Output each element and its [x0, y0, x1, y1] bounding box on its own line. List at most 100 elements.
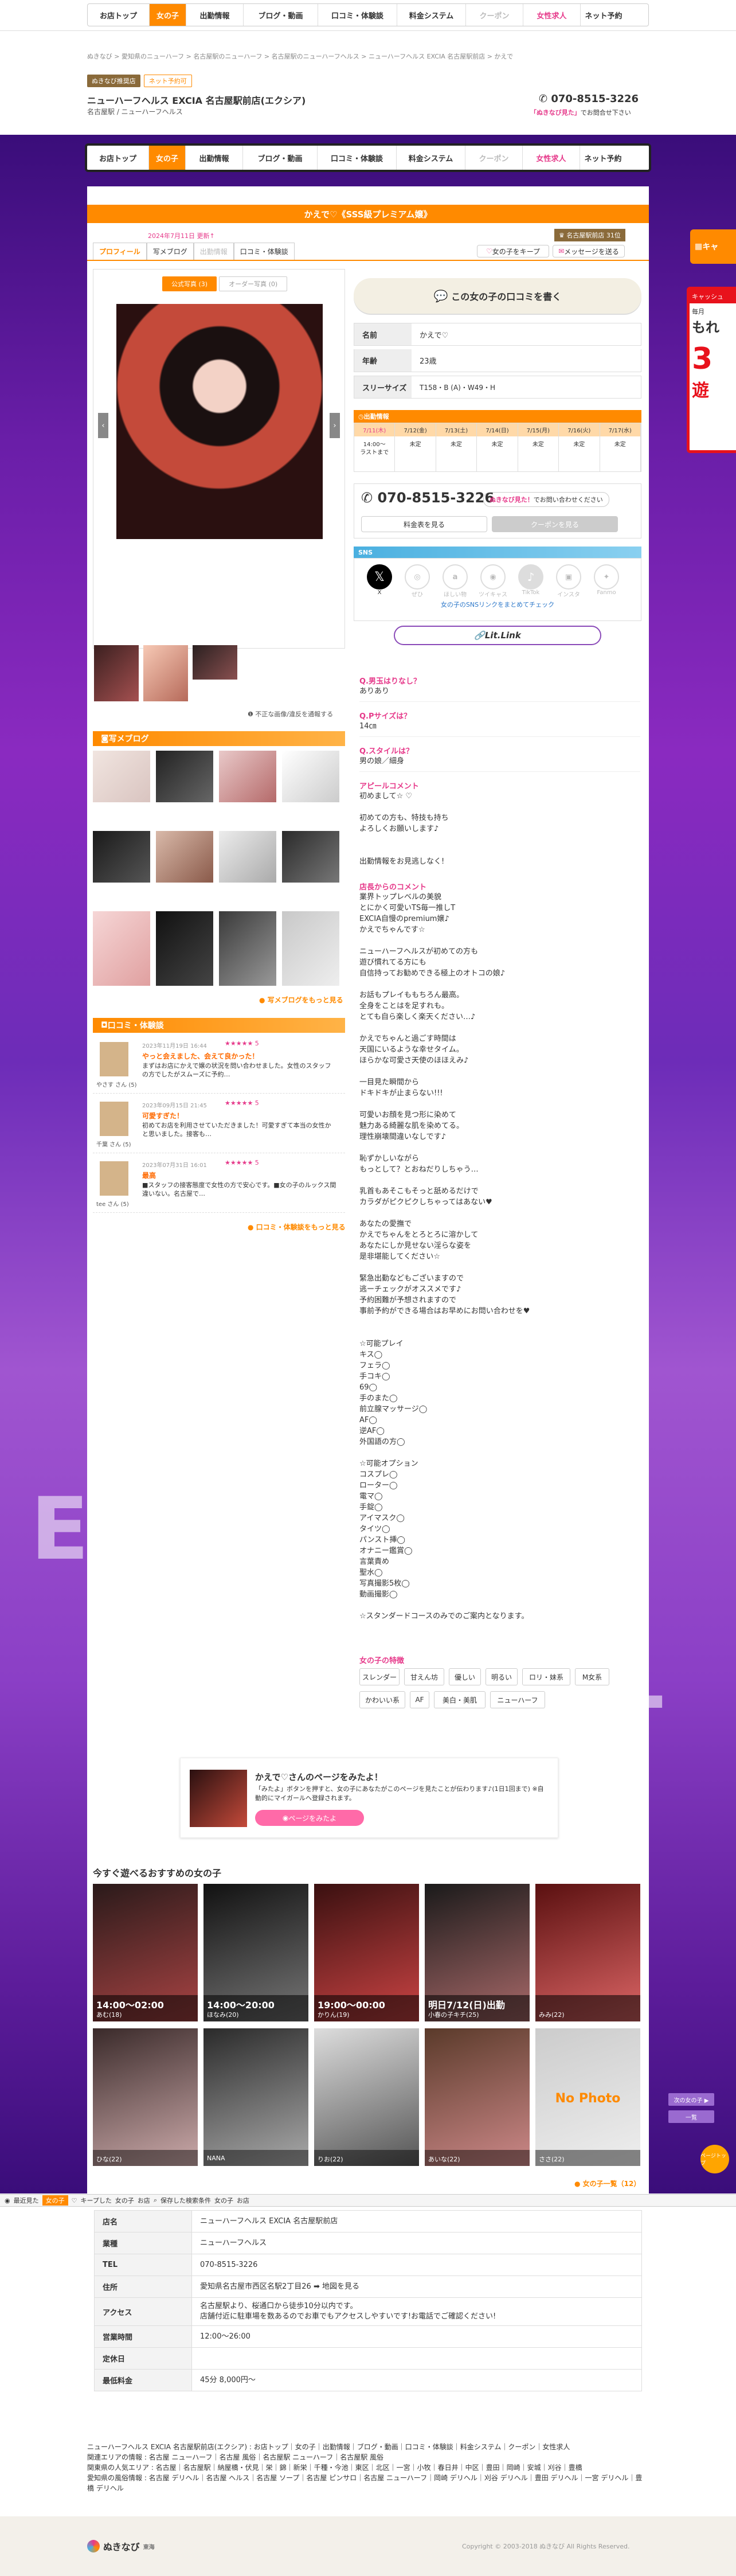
recommend-card[interactable]: NANA	[203, 2028, 308, 2166]
footer-line-aichi[interactable]: 愛知県の風俗情報 : 名古屋 デリヘル｜名古屋 ヘルス｜名古屋 ソープ｜名古屋 …	[87, 2473, 649, 2493]
send-message-button[interactable]: ✉ メッセージを送る	[553, 245, 625, 257]
blog-thumb[interactable]	[282, 751, 339, 802]
footer-logo[interactable]: ぬきなび 東海	[87, 2539, 155, 2553]
photo-prev-arrow[interactable]: ‹	[98, 413, 108, 438]
nav-shop-top[interactable]: お店トップ	[88, 4, 150, 26]
blog-thumb[interactable]	[93, 831, 150, 883]
coupon-button[interactable]: クーポンを見る	[492, 516, 618, 532]
saved-search-label[interactable]: 保存した検索条件	[160, 2196, 211, 2205]
recommend-more-link[interactable]: ● 女の子一覧（12）	[574, 2179, 640, 2188]
recommend-card[interactable]: あいな(22)	[425, 2028, 530, 2166]
side-ad-banner[interactable]: キャッシュ 毎月 もれ 3 遊	[687, 287, 736, 453]
sns-instagram[interactable]: ▣ インスタ	[554, 564, 584, 598]
recommend-card[interactable]: 明日7/12(日)出勤 小春の子キチ(25)	[425, 1884, 530, 2021]
nav2-reserve[interactable]: ネット予約	[580, 146, 626, 170]
review-item[interactable]: tee さん (5) 2023年07月31日 16:01 ★★★★★ 5 最高 ■スタッ…	[93, 1153, 345, 1213]
blog-thumb[interactable]	[156, 751, 213, 802]
trait-tag[interactable]: 明るい	[486, 1668, 518, 1685]
photo-next-arrow[interactable]: ›	[330, 413, 340, 438]
recommend-card[interactable]: ひな(22)	[93, 2028, 198, 2166]
photo-report-link[interactable]: ❶ 不正な画像/違反を通報する	[248, 709, 333, 719]
kept-shops-tab[interactable]: お店	[138, 2196, 150, 2205]
keep-girl-button[interactable]: ♡ 女の子をキープ	[477, 245, 549, 257]
nav-price[interactable]: 料金システム	[397, 4, 466, 26]
blog-thumb[interactable]	[156, 831, 213, 883]
girl-list-button[interactable]: 一覧	[668, 2110, 714, 2123]
nav2-recruit[interactable]: 女性求人	[523, 146, 580, 170]
nav-blog[interactable]: ブログ・動画	[244, 4, 318, 26]
photo-tab-official[interactable]: 公式写真 (3)	[162, 276, 217, 291]
kept-label[interactable]: キープした	[80, 2196, 111, 2205]
nav2-coupon[interactable]: クーポン	[465, 146, 523, 170]
review-title[interactable]: やっと会えました、会えて良かった！	[142, 1051, 259, 1061]
kept-girls-tab[interactable]: 女の子	[115, 2196, 134, 2205]
recommend-card[interactable]: 14:00〜02:00 あむ(18)	[93, 1884, 198, 2021]
recommend-card[interactable]: りお(22)	[314, 2028, 419, 2166]
tab-profile[interactable]: プロフィール	[93, 243, 147, 261]
blog-thumb[interactable]	[219, 751, 276, 802]
review-item[interactable]: 千葉 さん (5) 2023年09月15日 21:45 ★★★★★ 5 可愛すぎた！初…	[93, 1094, 345, 1153]
review-title[interactable]: 最高	[142, 1170, 156, 1180]
nav-coupon[interactable]: クーポン	[466, 4, 523, 26]
photo-tab-order[interactable]: オーダー写真 (0)	[219, 276, 288, 291]
sns-x[interactable]: 𝕏X	[365, 564, 394, 598]
main-photo[interactable]	[116, 304, 323, 539]
footer-line-shop[interactable]: ニューハーフヘルス EXCIA 名古屋駅前店(エクシア) : お店トップ｜女の子…	[87, 2442, 649, 2452]
trait-tag[interactable]: ニューハーフ	[490, 1691, 545, 1708]
blog-thumb[interactable]	[93, 751, 150, 802]
footer-line-area[interactable]: 関連エリアの情報 : 名古屋 ニューハーフ｜名古屋 風俗｜名古屋駅 ニューハーフ…	[87, 2452, 649, 2462]
sns-twitcasting[interactable]: ◉ ツイキャス	[478, 564, 508, 598]
photo-thumb-2[interactable]	[143, 645, 188, 701]
trait-tag[interactable]: AF	[410, 1691, 429, 1708]
nav-reserve[interactable]: ネット予約	[581, 4, 627, 26]
write-review-button[interactable]: 💬 この女の子の口コミを書く	[354, 278, 641, 314]
review-title[interactable]: 可愛すぎた！	[142, 1111, 183, 1121]
recommend-card[interactable]: No Photo ささ(22)	[535, 2028, 640, 2166]
photo-thumb-3[interactable]	[193, 645, 237, 680]
trait-tag[interactable]: かわいい系	[359, 1691, 405, 1708]
sns-zehi[interactable]: ◎ ぜひ	[402, 564, 432, 598]
sns-tiktok[interactable]: ♪ TikTok	[516, 564, 546, 598]
nav-reviews[interactable]: 口コミ・体験談	[318, 4, 397, 26]
trait-tag[interactable]: M女系	[575, 1668, 609, 1685]
trait-tag[interactable]: 甘えん坊	[404, 1668, 444, 1685]
recommend-card[interactable]: 14:00〜20:00 ほなみ(20)	[203, 1884, 308, 2021]
shop-name[interactable]: ニューハーフヘルス EXCIA 名古屋駅前店(エクシア)	[87, 93, 306, 107]
blog-thumb[interactable]	[282, 911, 339, 986]
sns-wishlist[interactable]: a ほしい物	[440, 564, 470, 598]
saved-girls-tab[interactable]: 女の子	[214, 2196, 233, 2205]
breadcrumb[interactable]: ぬきなび > 愛知県のニューハーフ > 名古屋駅のニューハーフ > 名古屋駅のニ…	[87, 52, 649, 61]
nav2-blog[interactable]: ブログ・動画	[243, 146, 318, 170]
blog-thumb[interactable]	[219, 911, 276, 986]
litlink-button[interactable]: 🔗 Lit.Link	[394, 626, 601, 645]
footer-line-popular[interactable]: 関東県の人気エリア : 名古屋｜名古屋駅｜納屋橋・伏見｜栄｜錦｜新栄｜千種・今池…	[87, 2462, 649, 2473]
tab-blog[interactable]: 写メブログ	[146, 243, 194, 261]
nav-girls[interactable]: 女の子	[150, 4, 186, 26]
nav2-girls[interactable]: 女の子	[149, 146, 186, 170]
trait-tag[interactable]: スレンダー	[359, 1668, 400, 1685]
price-list-button[interactable]: 料金表を見る	[361, 516, 487, 532]
nav2-schedule[interactable]: 出勤情報	[186, 146, 243, 170]
trait-tag[interactable]: ロリ・妹系	[522, 1668, 570, 1685]
blog-more-link[interactable]: ● 写メブログをもっと見る	[259, 995, 343, 1005]
trait-tag[interactable]: 美白・美肌	[434, 1691, 486, 1708]
side-ad-tab[interactable]: ▦ キャ	[690, 229, 736, 264]
blog-thumb[interactable]	[156, 911, 213, 986]
mitayo-button[interactable]: ◉ ページをみたよ	[255, 1810, 364, 1826]
saved-shops-tab[interactable]: お店	[237, 2196, 249, 2205]
blog-thumb[interactable]	[219, 831, 276, 883]
nav2-shop-top[interactable]: お店トップ	[87, 146, 149, 170]
page-top-button[interactable]: ページトップ	[700, 2145, 729, 2173]
tab-reviews[interactable]: 口コミ・体験談	[233, 243, 295, 261]
next-girl-button[interactable]: 次の女の子 ▶	[668, 2093, 714, 2106]
photo-thumb-1[interactable]	[94, 645, 139, 701]
nav2-reviews[interactable]: 口コミ・体験談	[318, 146, 397, 170]
recent-girls-tab[interactable]: 女の子	[42, 2195, 68, 2206]
blog-thumb[interactable]	[93, 911, 150, 986]
girl-tel[interactable]: ✆ 070-8515-3226	[361, 490, 494, 506]
recommend-card[interactable]: 19:00〜00:00 かりん(19)	[314, 1884, 419, 2021]
nav2-price[interactable]: 料金システム	[397, 146, 465, 170]
shop-tel[interactable]: ✆ 070-8515-3226	[539, 93, 639, 105]
nav-schedule[interactable]: 出勤情報	[186, 4, 244, 26]
tab-schedule[interactable]: 出勤情報	[193, 243, 234, 261]
